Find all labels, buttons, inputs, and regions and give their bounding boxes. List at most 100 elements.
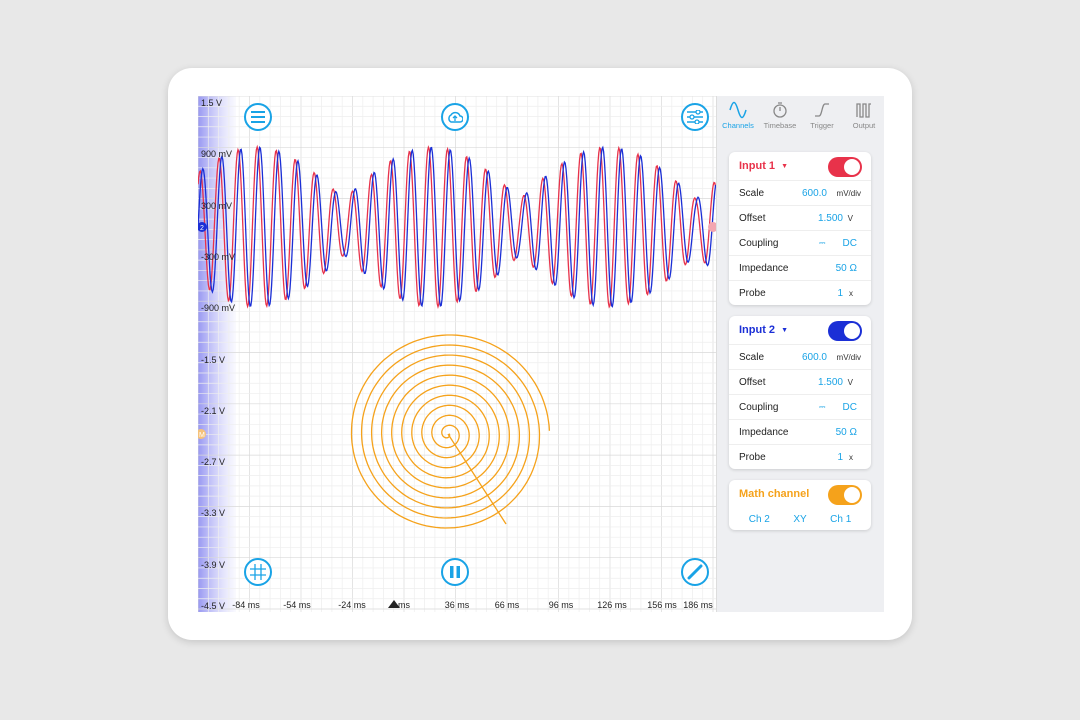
measure-icon	[687, 564, 703, 580]
x-axis-label: -54 ms	[283, 600, 311, 610]
x-axis-label: -24 ms	[338, 600, 366, 610]
x-axis-label: 156 ms	[647, 600, 677, 610]
y-axis-label: 1.5 V	[201, 98, 223, 108]
input2-row-unit: V	[847, 377, 853, 387]
input2-row-label: Probe	[739, 451, 766, 463]
pause-icon	[450, 566, 460, 578]
input2-row-value[interactable]: DC	[843, 402, 857, 413]
tab-timebase[interactable]: Timebase	[759, 96, 801, 136]
input1-row-offset[interactable]: Offset 1.500 V	[729, 205, 871, 230]
tab-channels[interactable]: Channels	[717, 96, 759, 136]
math-option-ch1[interactable]: Ch 1	[830, 514, 851, 525]
svg-text:2: 2	[200, 225, 204, 232]
input2-row-value[interactable]: 1	[837, 452, 843, 463]
input1-row-value[interactable]: 1.500	[818, 213, 843, 224]
menu-button[interactable]	[244, 103, 272, 131]
y-axis-label: -300 mV	[201, 251, 236, 262]
input1-row-value[interactable]: 50 Ω	[836, 263, 857, 274]
input2-row-unit: x	[849, 452, 853, 462]
input1-row-unit: mV/div	[836, 188, 861, 198]
y-axis-label: -2.7 V	[201, 457, 226, 468]
math-title: Math channel	[739, 488, 810, 500]
input1-row-coupling[interactable]: Coupling ⎓ DC	[729, 230, 871, 255]
dc-coupling-icon: ⎓	[819, 238, 826, 247]
input2-trace	[198, 145, 716, 308]
y-axis-label: 300 mV	[201, 200, 233, 211]
x-axis-label: -84 ms	[232, 600, 260, 610]
input1-toggle[interactable]	[828, 157, 862, 177]
stopwatch-icon	[773, 102, 787, 118]
math-option-ch2[interactable]: Ch 2	[749, 514, 770, 525]
pause-button[interactable]	[441, 558, 469, 586]
settings-panel: Channels Timebase Trigger Output Input 1…	[716, 96, 884, 612]
x-axis-label: 36 ms	[444, 600, 470, 610]
x-axis-label: 186 ms	[683, 600, 713, 610]
sine-wave-icon	[729, 101, 747, 119]
math-option-xy[interactable]: XY	[793, 514, 806, 525]
math-header[interactable]: Math channel	[729, 480, 871, 508]
trigger-edge-icon	[815, 103, 829, 117]
input2-header[interactable]: Input 2 ▼	[729, 316, 871, 344]
tab-output[interactable]: Output	[843, 96, 884, 136]
chevron-down-icon[interactable]: ▼	[781, 163, 788, 170]
input2-row-value[interactable]: 1.500	[818, 377, 843, 388]
input1-trace	[198, 144, 716, 310]
input2-row-label: Impedance	[739, 426, 789, 438]
settings-button[interactable]	[681, 103, 709, 131]
y-axis-label: -900 mV	[201, 303, 236, 314]
tab-trigger[interactable]: Trigger	[801, 96, 843, 136]
input2-row-unit: mV/div	[836, 352, 861, 362]
chevron-down-icon[interactable]: ▼	[781, 327, 788, 334]
input1-row-label: Scale	[739, 187, 765, 199]
input2-toggle[interactable]	[828, 321, 862, 341]
input2-row-impedance[interactable]: Impedance 50 Ω	[729, 419, 871, 444]
svg-text:M: M	[199, 432, 205, 439]
measure-button[interactable]	[681, 558, 709, 586]
y-axis-label: -3.3 V	[201, 508, 226, 519]
x-axis-label: 126 ms	[597, 600, 627, 610]
y-axis-label: -4.5 V	[201, 601, 226, 611]
scope-canvas[interactable]: 2 M	[198, 96, 716, 612]
sliders-icon	[687, 110, 703, 124]
input2-row-value[interactable]: 600.0	[802, 352, 827, 363]
input2-card: Input 2 ▼ Scale 600.0 mV/div Offset 1.500 V Co…	[729, 316, 871, 469]
grid-icon	[250, 564, 266, 580]
input1-row-impedance[interactable]: Impedance 50 Ω	[729, 255, 871, 280]
dc-coupling-icon: ⎓	[819, 402, 826, 411]
input2-title: Input 2	[739, 324, 776, 336]
input2-row-label: Offset	[739, 376, 766, 388]
input1-row-unit: V	[847, 213, 853, 223]
input2-row-probe[interactable]: Probe 1 x	[729, 444, 871, 469]
input1-title: Input 1	[739, 160, 776, 172]
panel-tabs: Channels Timebase Trigger Output	[717, 96, 884, 136]
pulse-output-icon	[856, 103, 871, 118]
input2-row-coupling[interactable]: Coupling ⎓ DC	[729, 394, 871, 419]
input1-row-value[interactable]: DC	[843, 238, 857, 249]
menu-icon	[251, 111, 265, 123]
math-channel-trace	[350, 334, 551, 529]
cloud-upload-button[interactable]	[441, 103, 469, 131]
grid-toggle-button[interactable]	[244, 558, 272, 586]
x-axis-label: 96 ms	[548, 600, 574, 610]
y-axis-label: -1.5 V	[201, 354, 226, 365]
input1-header[interactable]: Input 1 ▼	[729, 152, 871, 180]
input2-row-offset[interactable]: Offset 1.500 V	[729, 369, 871, 394]
input1-row-label: Offset	[739, 212, 766, 224]
input1-row-value[interactable]: 1	[837, 288, 843, 299]
math-toggle[interactable]	[828, 485, 862, 505]
tab-timebase-label: Timebase	[763, 121, 797, 130]
input1-row-unit: x	[849, 288, 853, 298]
tab-trigger-label: Trigger	[810, 121, 834, 130]
input2-row-value[interactable]: 50 Ω	[836, 427, 857, 438]
input1-row-label: Impedance	[739, 262, 789, 274]
input1-row-label: Coupling	[739, 237, 779, 249]
input1-row-label: Probe	[739, 287, 766, 299]
scope-display[interactable]: 2 M 1.5 V 900 mV 300 mV -300 mV -900 mV -1.5 …	[198, 96, 716, 612]
input2-row-label: Coupling	[739, 401, 779, 413]
input2-row-scale[interactable]: Scale 600.0 mV/div	[729, 344, 871, 369]
input1-row-value[interactable]: 600.0	[802, 188, 827, 199]
y-axis-label: -3.9 V	[201, 559, 226, 570]
input1-row-probe[interactable]: Probe 1 x	[729, 280, 871, 305]
input2-row-label: Scale	[739, 351, 765, 363]
input1-row-scale[interactable]: Scale 600.0 mV/div	[729, 180, 871, 205]
